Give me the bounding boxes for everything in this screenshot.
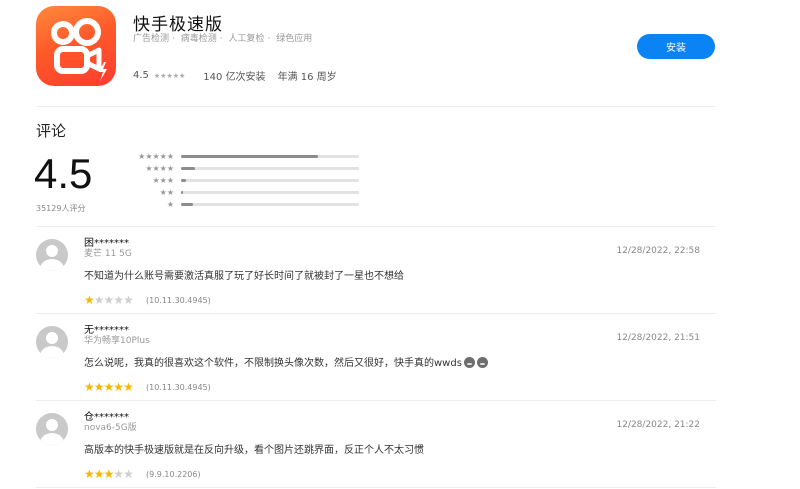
- review-time: 12/28/2022, 21:22: [616, 420, 700, 430]
- review-divider: [36, 313, 716, 314]
- review-stars-icon: ★★★★★: [84, 467, 134, 481]
- review-app-version: (9.9.10.2206): [146, 470, 201, 479]
- review-app-version: (10.11.30.4945): [146, 383, 211, 392]
- review-app-version: (10.11.30.4945): [146, 296, 211, 305]
- reviewer-device: 华为畅享10Plus: [84, 336, 150, 346]
- app-icon: [36, 6, 116, 86]
- histogram-track: [181, 190, 359, 194]
- review-text: 高版本的快手极速版就是在反向升级，看个图片还跳界面，反正个人不太习惯: [84, 445, 424, 456]
- histogram-track: [181, 178, 359, 182]
- grimace-emoji: [476, 357, 488, 368]
- review-divider: [36, 226, 716, 227]
- avatar[interactable]: [36, 326, 68, 358]
- histogram-stars-icon: ★★★★: [145, 163, 174, 173]
- histogram-stars-icon: ★: [166, 199, 174, 209]
- app-rating: 4.5: [133, 70, 149, 81]
- check-ad: 广告检测: [133, 34, 170, 44]
- histogram-fill: [181, 166, 196, 170]
- check-virus: 病毒检测: [180, 34, 217, 44]
- histogram-row: ★★: [120, 187, 359, 197]
- review-text: 不知道为什么账号需要激活真服了玩了好长时间了就被封了一星也不想给: [84, 271, 404, 282]
- histogram-stars-icon: ★★★★★: [138, 151, 174, 161]
- avatar[interactable]: [36, 239, 68, 271]
- histogram-track: [181, 154, 359, 158]
- avatar[interactable]: [36, 413, 68, 445]
- histogram-row: ★★★★★: [120, 151, 359, 161]
- install-count: 140 亿次安装: [203, 72, 266, 83]
- rating-count: 35129人评分: [36, 204, 86, 213]
- histogram-row: ★: [120, 199, 359, 209]
- grimace-emoji: [463, 357, 475, 368]
- overall-score: 4.5: [34, 150, 93, 197]
- reviews-section-title: 评论: [36, 122, 67, 140]
- review-stars-icon: ★★★★★: [84, 293, 134, 307]
- review-stars-icon: ★★★★★: [84, 380, 134, 394]
- histogram-track: [181, 166, 359, 170]
- histogram-fill: [181, 190, 183, 194]
- histogram-row: ★★★★: [120, 163, 359, 173]
- check-green: 绿色应用: [276, 34, 313, 44]
- header-divider: [36, 106, 716, 107]
- reviewer-device: 麦芒 11 5G: [84, 249, 132, 259]
- install-button[interactable]: 安装: [637, 34, 715, 59]
- reviewer-device: nova6-5G版: [84, 423, 137, 433]
- review-time: 12/28/2022, 22:58: [616, 246, 700, 256]
- histogram-stars-icon: ★★: [159, 187, 174, 197]
- histogram-fill: [181, 202, 194, 206]
- app-rating-stars-icon: ★★★★★: [153, 71, 186, 80]
- review-divider: [36, 487, 716, 488]
- histogram-fill: [181, 154, 319, 158]
- review-text: 怎么说呢，我真的很喜欢这个软件，不限制换头像次数，然后又很好，快手真的wwds: [84, 354, 488, 369]
- histogram-track: [181, 202, 359, 206]
- review-divider: [36, 400, 716, 401]
- histogram-fill: [181, 178, 187, 182]
- histogram-row: ★★★: [120, 175, 359, 185]
- security-checks: 广告检测 · 病毒检测 · 人工复检 · 绿色应用: [133, 34, 313, 44]
- kuaishou-logo-icon: [51, 18, 107, 81]
- review-time: 12/28/2022, 21:51: [616, 333, 700, 343]
- histogram-stars-icon: ★★★: [152, 175, 174, 185]
- app-meta: 4.5 ★★★★★ 140 亿次安装 年满 16 周岁: [133, 68, 337, 83]
- age-rating: 年满 16 周岁: [277, 72, 337, 83]
- check-manual: 人工复检: [228, 34, 265, 44]
